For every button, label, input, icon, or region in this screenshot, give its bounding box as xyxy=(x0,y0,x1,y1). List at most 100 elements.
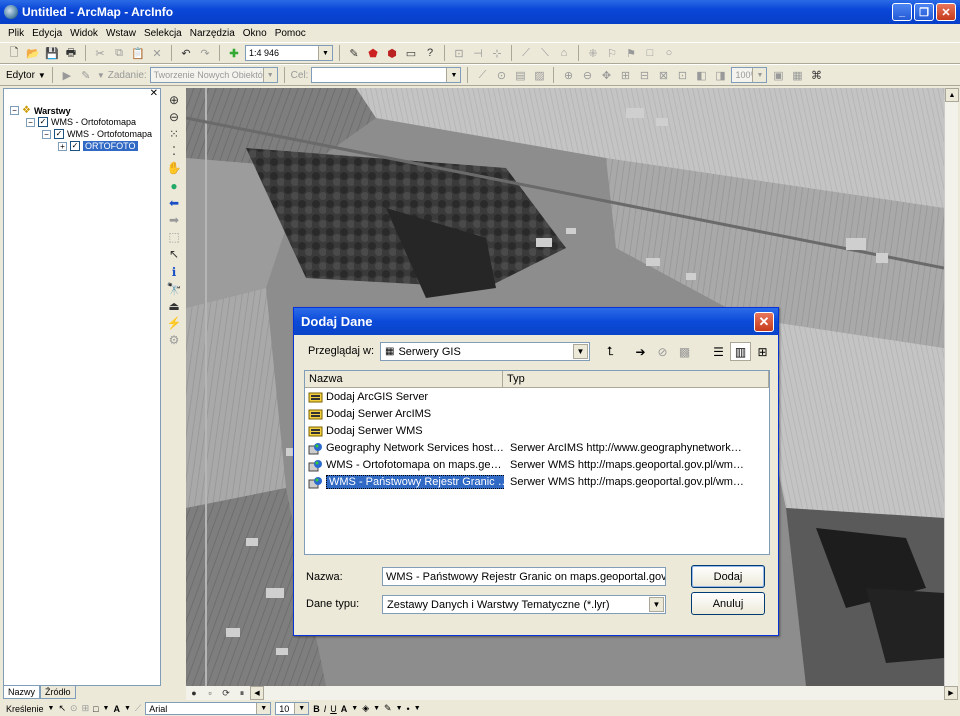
data-view-icon[interactable]: ● xyxy=(186,685,202,701)
chevron-down-icon[interactable]: ▼ xyxy=(103,705,110,712)
chevron-down-icon[interactable]: ▼ xyxy=(351,705,358,712)
list-item[interactable]: Geography Network Services host… Serwer … xyxy=(306,440,768,456)
menu-widok[interactable]: Widok xyxy=(70,28,98,39)
zoom-combo[interactable]: 100% ▼ xyxy=(731,67,768,83)
menu-pomoc[interactable]: Pomoc xyxy=(275,28,306,39)
cancel-button[interactable]: Anuluj xyxy=(691,592,765,615)
list-item[interactable]: Dodaj Serwer WMS xyxy=(306,423,768,439)
layer-checkbox[interactable]: ✓ xyxy=(54,129,64,139)
map-vertical-scrollbar[interactable]: ▲ xyxy=(944,88,959,686)
layout-zoom-out-icon[interactable]: ⊖ xyxy=(579,67,595,83)
flag-tool-icon[interactable]: ⚐ xyxy=(604,45,620,61)
rotate-tool-icon[interactable]: ⊙ xyxy=(493,67,509,83)
edit-vertices-icon[interactable]: ⟋ xyxy=(135,703,141,714)
fill-color-icon[interactable]: ◈ xyxy=(362,703,369,714)
map-horizontal-scrollbar[interactable]: ● ▫ ⟳ ⏸ ◀ ▶ xyxy=(186,686,958,700)
list-view-icon[interactable]: ☰ xyxy=(708,342,729,361)
zoom-out-icon[interactable]: ⊖ xyxy=(166,109,182,124)
network-tool-icon[interactable]: ⁜ xyxy=(585,45,601,61)
find-icon[interactable]: 🔭 xyxy=(166,281,182,296)
up-one-level-icon[interactable]: ⮤ xyxy=(600,342,621,361)
list-item[interactable]: Dodaj ArcGIS Server xyxy=(306,389,768,405)
previous-extent-icon[interactable]: ◧ xyxy=(693,67,709,83)
zoom-whole-page-icon[interactable]: ⊞ xyxy=(617,67,633,83)
focus-frame-icon[interactable]: ▦ xyxy=(789,67,805,83)
details-view-icon[interactable]: ▥ xyxy=(730,342,751,361)
list-item[interactable]: WMS - Ortofotomapa on maps.ge… Serwer WM… xyxy=(306,457,768,473)
refresh-icon[interactable]: ⟳ xyxy=(218,685,234,701)
task-combo[interactable]: Tworzenie Nowych Obiektów ▼ xyxy=(149,67,278,83)
name-input[interactable]: WMS - Państwowy Rejestr Granic on maps.g… xyxy=(382,567,666,586)
segment-tool-icon[interactable]: ⟍ xyxy=(537,45,553,61)
identify-icon[interactable]: ℹ xyxy=(166,264,182,279)
toc-layer[interactable]: − ✓ WMS - Ortofotomapa xyxy=(26,117,136,127)
pan-icon[interactable]: ✋ xyxy=(166,161,182,176)
line-color-icon[interactable]: ✎ xyxy=(384,703,392,714)
minimize-button[interactable]: _ xyxy=(892,3,912,21)
html-popup-icon[interactable]: ⚙ xyxy=(166,333,182,348)
new-folder-icon[interactable]: ▩ xyxy=(674,342,695,361)
circle-tool-icon[interactable]: ○ xyxy=(661,45,677,61)
trace-tool-icon[interactable]: ⌂ xyxy=(556,45,572,61)
toc-layer-label[interactable]: ORTOFOTO xyxy=(83,141,138,151)
expand-icon[interactable]: + xyxy=(58,141,67,151)
forward-arrow-icon[interactable]: ➡ xyxy=(166,212,182,227)
target-combo[interactable]: ▼ xyxy=(311,67,462,83)
chevron-down-icon[interactable]: ▼ xyxy=(396,705,403,712)
layout-view-icon[interactable]: ▫ xyxy=(202,685,218,701)
column-header-type[interactable]: Typ xyxy=(503,371,769,387)
fixed-zoom-in-icon[interactable]: ⁙ xyxy=(166,126,182,141)
rotate-icon[interactable]: ⊙ xyxy=(70,703,78,714)
add-button[interactable]: Dodaj xyxy=(691,565,765,588)
chevron-down-icon[interactable]: ▼ xyxy=(97,71,105,80)
marker-color-icon[interactable]: • xyxy=(407,704,410,714)
redo-icon[interactable]: ↷ xyxy=(197,45,213,61)
chevron-down-icon[interactable]: ▼ xyxy=(573,344,588,359)
layer-checkbox[interactable]: ✓ xyxy=(70,141,80,151)
zoom-100-icon[interactable]: ⊟ xyxy=(636,67,652,83)
font-size-combo[interactable]: 10 ▼ xyxy=(275,702,310,715)
chevron-down-icon[interactable]: ▼ xyxy=(262,68,277,82)
data-type-combo[interactable]: Zestawy Danych i Warstwy Tematyczne (*.l… xyxy=(382,595,666,614)
close-button[interactable]: ✕ xyxy=(936,3,956,21)
paste-icon[interactable]: 📋 xyxy=(130,45,146,61)
rectangle-icon[interactable]: □ xyxy=(93,704,98,714)
chevron-down-icon[interactable]: ▼ xyxy=(446,68,461,82)
arccatalog-icon[interactable]: ⬢ xyxy=(384,45,400,61)
next-extent-icon[interactable]: ◨ xyxy=(712,67,728,83)
list-item-selected[interactable]: WMS - Państwowy Rejestr Granic … Serwer … xyxy=(306,474,768,490)
delete-icon[interactable]: ✕ xyxy=(149,45,165,61)
chevron-down-icon[interactable]: ▼ xyxy=(256,703,271,714)
command-line-icon[interactable]: ▭ xyxy=(403,45,419,61)
menu-plik[interactable]: Plik xyxy=(8,28,24,39)
editor-toolbar-icon[interactable]: ✎ xyxy=(346,45,362,61)
attributes-icon[interactable]: ▤ xyxy=(512,67,528,83)
snap-tool-icon[interactable]: ⊣ xyxy=(470,45,486,61)
layout-zoom-in-icon[interactable]: ⊕ xyxy=(560,67,576,83)
layout-pan-icon[interactable]: ✥ xyxy=(598,67,614,83)
chevron-down-icon[interactable]: ▼ xyxy=(649,597,664,612)
copy-icon[interactable]: ⧉ xyxy=(111,45,127,61)
menu-selekcja[interactable]: Selekcja xyxy=(144,28,182,39)
add-data-icon[interactable]: ✚ xyxy=(226,45,242,61)
edit-pointer-icon[interactable]: ▶ xyxy=(59,67,75,83)
rectangle-tool-icon[interactable]: □ xyxy=(642,45,658,61)
print-icon[interactable]: 🖶 xyxy=(63,45,79,61)
barrier-tool-icon[interactable]: ⚑ xyxy=(623,45,639,61)
scale-combo[interactable]: 1:4 946 ▼ xyxy=(245,45,333,61)
back-arrow-icon[interactable]: ⬅ xyxy=(166,195,182,210)
dialog-close-button[interactable]: ✕ xyxy=(754,312,774,332)
bold-icon[interactable]: B xyxy=(313,704,320,714)
layer-checkbox[interactable]: ✓ xyxy=(38,117,48,127)
vertex-tool-icon[interactable]: ⊹ xyxy=(489,45,505,61)
chevron-down-icon[interactable]: ▼ xyxy=(318,46,332,60)
fixed-zoom-in-icon[interactable]: ⊠ xyxy=(655,67,671,83)
drawing-menu[interactable]: Kreślenie xyxy=(6,704,44,714)
chevron-down-icon[interactable]: ▼ xyxy=(294,703,309,714)
arctoolbox-icon[interactable]: ⬟ xyxy=(365,45,381,61)
split-tool-icon[interactable]: ⟋ xyxy=(474,67,490,83)
new-document-icon[interactable]: 🗋 xyxy=(6,45,22,61)
font-color-icon[interactable]: A xyxy=(341,704,348,714)
list-item[interactable]: Dodaj Serwer ArcIMS xyxy=(306,406,768,422)
menu-edycja[interactable]: Edycja xyxy=(32,28,62,39)
